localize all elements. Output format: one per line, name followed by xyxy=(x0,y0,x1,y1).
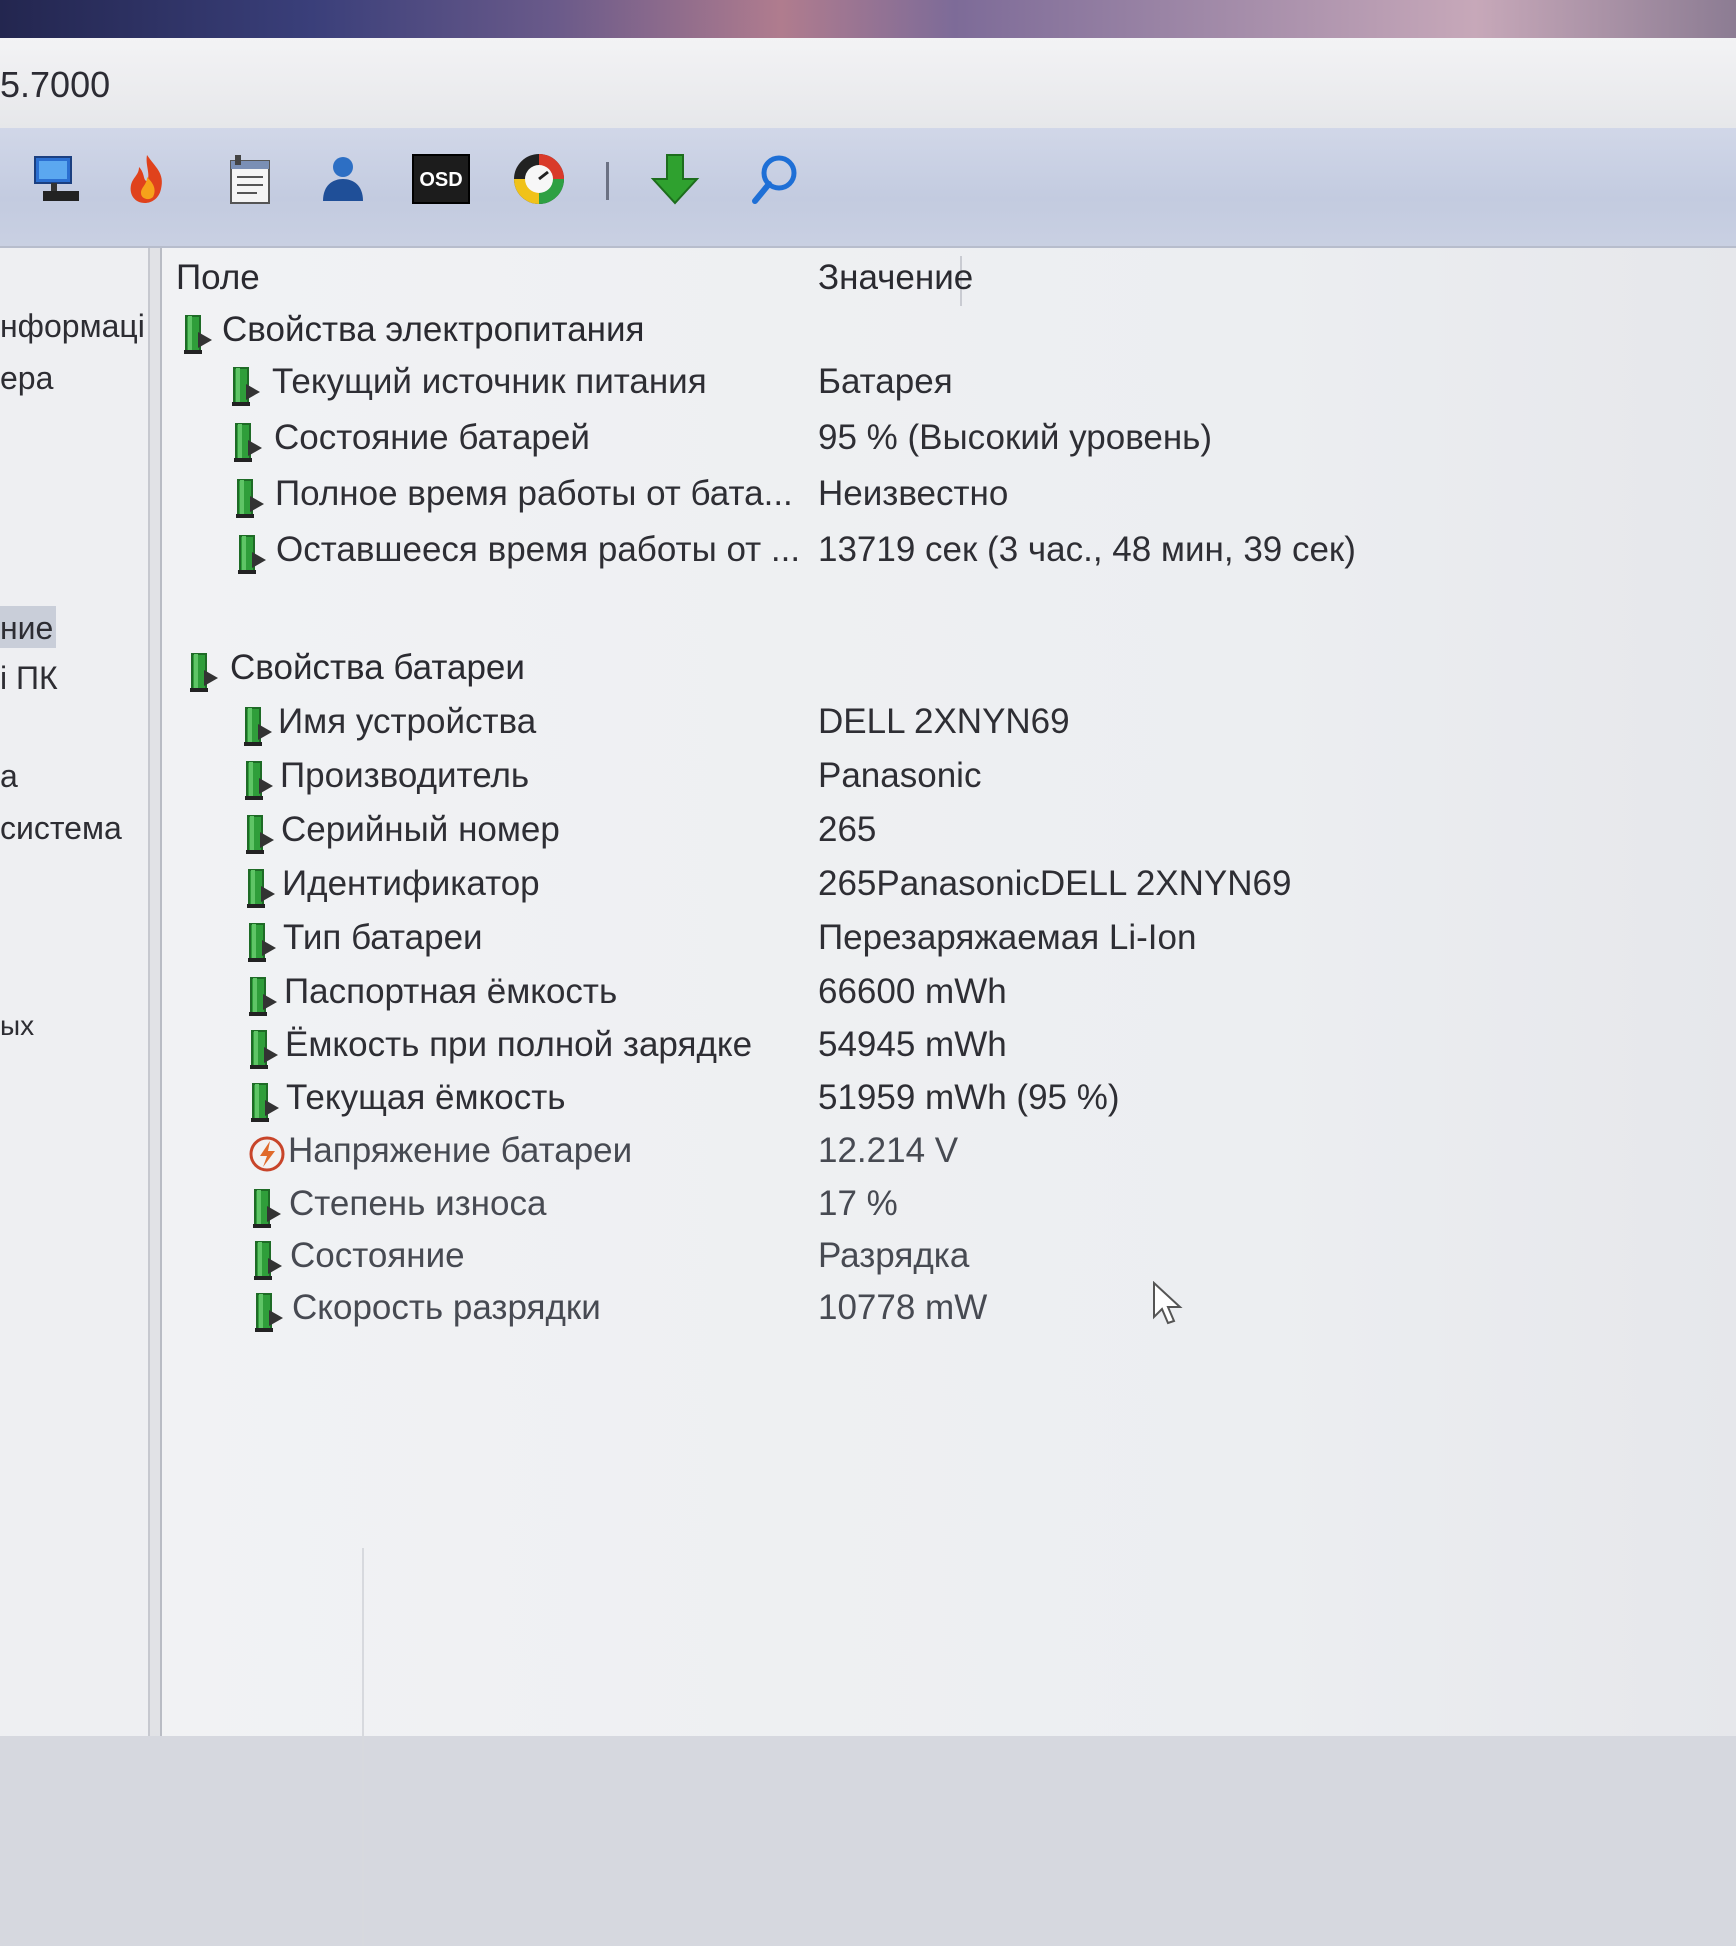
app-window: 5.7000 OSD нформаці ера ние і ПК а систе… xyxy=(0,38,1736,1946)
table-row[interactable]: Ёмкость при полной зарядке 54945 mWh xyxy=(0,1025,1736,1075)
battery-icon xyxy=(249,1188,287,1230)
row-value: Неизвестно xyxy=(818,474,1009,513)
battery-icon xyxy=(232,478,270,520)
row-value: Перезаряжаемая Li-Ion xyxy=(818,918,1197,957)
table-row[interactable]: Тип батареи Перезаряжаемая Li-Ion xyxy=(0,918,1736,968)
battery-icon xyxy=(251,1292,289,1334)
row-field: Паспортная ёмкость xyxy=(284,972,618,1011)
row-field: Текущая ёмкость xyxy=(286,1078,566,1117)
battery-icon xyxy=(247,1082,285,1124)
table-row[interactable]: Степень износа 17 % xyxy=(0,1184,1736,1234)
group-title: Свойства батареи xyxy=(230,648,525,687)
toolbar: OSD xyxy=(0,128,1736,248)
osd-icon[interactable]: OSD xyxy=(410,148,472,210)
report-icon[interactable] xyxy=(218,148,280,210)
battery-icon xyxy=(241,760,279,802)
battery-icon xyxy=(250,1240,288,1282)
row-value: Разрядка xyxy=(818,1236,970,1275)
table-row[interactable]: Состояние Разрядка xyxy=(0,1236,1736,1286)
row-field: Производитель xyxy=(280,756,530,795)
table-row[interactable]: Текущая ёмкость 51959 mWh (95 %) xyxy=(0,1078,1736,1128)
table-header: Поле Значение xyxy=(160,248,1736,306)
column-header-value[interactable]: Значение xyxy=(818,258,973,298)
search-icon[interactable] xyxy=(744,148,806,210)
flame-icon[interactable] xyxy=(116,148,178,210)
row-field: Текущий источник питания xyxy=(272,362,707,401)
photo-backdrop xyxy=(0,0,1736,42)
row-field: Состояние xyxy=(290,1236,465,1275)
osd-icon-label: OSD xyxy=(419,169,462,191)
row-value: 17 % xyxy=(818,1184,898,1223)
column-header-field[interactable]: Поле xyxy=(176,258,260,298)
row-value: Panasonic xyxy=(818,756,982,795)
panel-divider xyxy=(362,1548,364,1946)
table-row[interactable]: Производитель Panasonic xyxy=(0,756,1736,806)
table-row[interactable]: Серийный номер 265 xyxy=(0,810,1736,860)
battery-icon xyxy=(186,652,224,694)
row-field: Ёмкость при полной зарядке xyxy=(285,1025,753,1064)
toolbar-separator xyxy=(606,162,609,200)
group-title: Свойства электропитания xyxy=(222,310,645,349)
row-value: 12.214 V xyxy=(818,1131,959,1170)
battery-icon xyxy=(244,922,282,964)
window-title: 5.7000 xyxy=(0,64,111,105)
row-value: 54945 mWh xyxy=(818,1025,1007,1064)
battery-icon xyxy=(230,422,268,464)
battery-icon xyxy=(234,534,272,576)
row-field: Напряжение батареи xyxy=(288,1131,633,1170)
battery-icon xyxy=(240,706,278,748)
table-row[interactable]: Идентификатор 265PanasonicDELL 2XNYN69 xyxy=(0,864,1736,914)
row-value: 10778 mW xyxy=(818,1288,988,1327)
battery-icon xyxy=(243,868,281,910)
user-icon[interactable] xyxy=(310,148,372,210)
row-field: Тип батареи xyxy=(283,918,483,957)
battery-icon xyxy=(245,976,283,1018)
row-field: Серийный номер xyxy=(281,810,560,849)
group-row[interactable]: Свойства электропитания xyxy=(0,310,1736,360)
row-value: 265PanasonicDELL 2XNYN69 xyxy=(818,864,1292,903)
table-row[interactable]: Имя устройства DELL 2XNYN69 xyxy=(0,702,1736,752)
table-row[interactable]: Скорость разрядки 10778 mW xyxy=(0,1288,1736,1338)
mouse-cursor-icon xyxy=(1153,1281,1183,1325)
row-value: 51959 mWh (95 %) xyxy=(818,1078,1120,1117)
row-field: Имя устройства xyxy=(278,702,537,741)
table-row[interactable]: Полное время работы от бата... Неизвестн… xyxy=(0,474,1736,524)
row-field: Скорость разрядки xyxy=(292,1288,601,1327)
download-arrow-icon[interactable] xyxy=(644,148,706,210)
row-field: Состояние батарей xyxy=(274,418,590,457)
row-field: Идентификатор xyxy=(282,864,540,903)
voltage-icon xyxy=(248,1135,286,1177)
row-value: 265 xyxy=(818,810,877,849)
row-value: 95 % (Высокий уровень) xyxy=(818,418,1213,457)
table-row[interactable]: Оставшееся время работы от ... 13719 сек… xyxy=(0,530,1736,580)
table-row[interactable]: Состояние батарей 95 % (Высокий уровень) xyxy=(0,418,1736,468)
row-value: DELL 2XNYN69 xyxy=(818,702,1070,741)
table-row[interactable]: Паспортная ёмкость 66600 mWh xyxy=(0,972,1736,1022)
battery-icon xyxy=(246,1029,284,1071)
row-field: Оставшееся время работы от ... xyxy=(276,530,801,569)
row-field: Степень износа xyxy=(289,1184,547,1223)
battery-icon xyxy=(242,814,280,856)
battery-icon xyxy=(180,314,218,356)
sidebar-item-selected[interactable]: ние xyxy=(0,610,53,647)
row-value: 66600 mWh xyxy=(818,972,1007,1011)
computer-icon[interactable] xyxy=(26,148,88,210)
table-row[interactable]: Текущий источник питания Батарея xyxy=(0,362,1736,412)
battery-icon xyxy=(228,366,266,408)
group-row[interactable]: Свойства батареи xyxy=(0,648,1736,698)
title-bar: 5.7000 xyxy=(0,38,1736,128)
table-row[interactable]: Напряжение батареи 12.214 V xyxy=(0,1131,1736,1181)
row-value: Батарея xyxy=(818,362,953,401)
row-field: Полное время работы от бата... xyxy=(275,474,793,513)
row-value: 13719 сек (3 час., 48 мин, 39 сек) xyxy=(818,530,1356,569)
monitor-gauge-icon[interactable] xyxy=(508,148,570,210)
